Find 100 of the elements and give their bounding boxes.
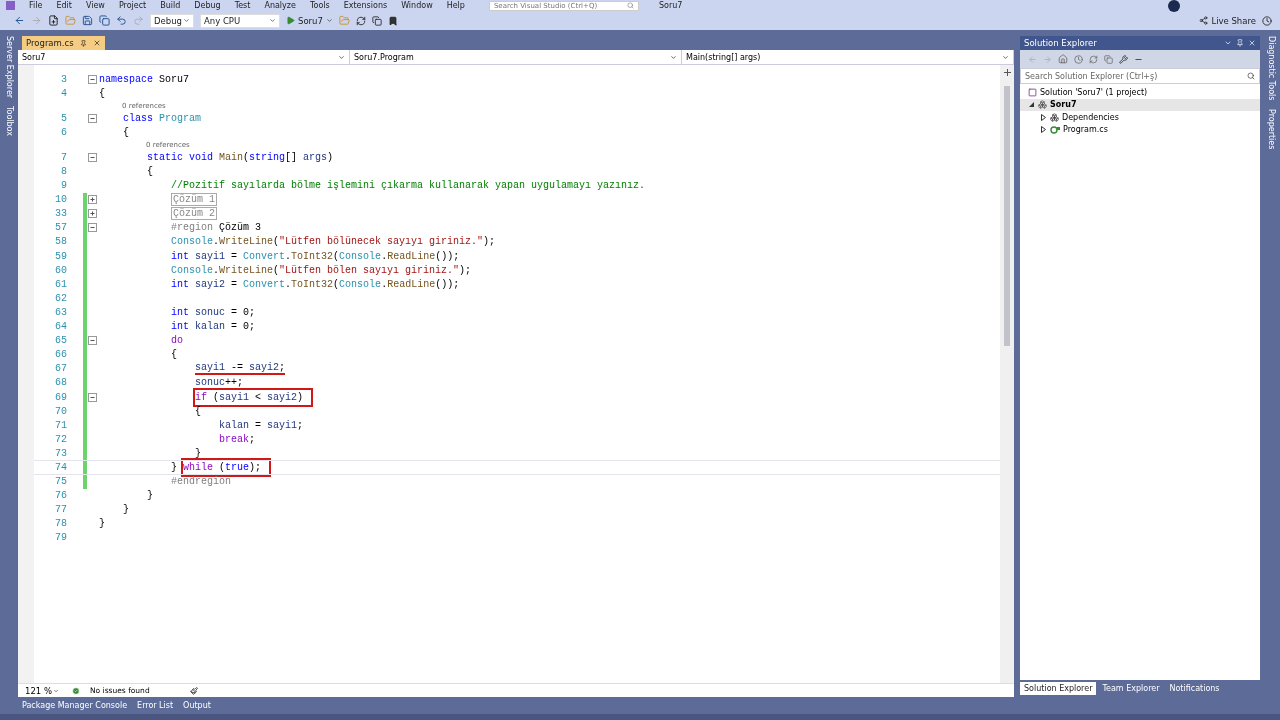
back-icon[interactable] (14, 15, 25, 26)
line-number: 4 (60, 87, 67, 99)
menu-item[interactable]: Edit (56, 0, 72, 11)
line-number: 78 (54, 518, 67, 530)
line-number: 7 (60, 151, 67, 163)
code-line: } (99, 518, 105, 530)
home-icon[interactable] (1058, 54, 1068, 64)
pin-icon[interactable] (79, 39, 87, 47)
highlight-box: while (true); (181, 458, 272, 477)
panel-tab[interactable]: Solution Explorer (1020, 682, 1097, 695)
share-icon (1199, 16, 1209, 25)
save-icon[interactable] (82, 15, 93, 26)
menu-item[interactable]: Build (160, 0, 181, 11)
pin-icon[interactable] (1236, 39, 1244, 47)
menu-item[interactable]: Debug (194, 0, 221, 11)
configuration-dropdown[interactable]: Debug (150, 13, 194, 28)
new-project-icon[interactable] (48, 15, 59, 26)
caret-icon (269, 17, 276, 24)
tree-item[interactable]: Soru7 (1050, 100, 1077, 110)
caret-icon (53, 687, 59, 694)
start-button[interactable]: Soru7 (286, 15, 333, 26)
close-icon[interactable] (92, 39, 101, 47)
line-number: 6 (60, 126, 67, 138)
line-number: 79 (54, 532, 67, 544)
copy-icon[interactable] (371, 15, 382, 26)
line-number: 67 (54, 363, 67, 375)
collapsed-arrow-icon[interactable] (1040, 126, 1047, 134)
menu-item[interactable]: Extensions (343, 0, 388, 11)
platform-dropdown[interactable]: Any CPU (200, 13, 280, 28)
tree-item[interactable]: Solution 'Soru7' (1 project) (1040, 87, 1148, 97)
member-dropdown[interactable]: Main(string[] args) (682, 50, 1014, 64)
line-number: 62 (54, 292, 67, 304)
menu-item[interactable]: Window (401, 0, 433, 11)
save-all-icon[interactable] (99, 15, 110, 26)
line-number: 68 (54, 377, 67, 389)
collapse-icon[interactable] (88, 152, 97, 162)
line-number: 77 (54, 504, 67, 516)
live-share-button[interactable]: Live Share (1199, 15, 1256, 26)
collapsed-arrow-icon[interactable] (1040, 113, 1047, 121)
collapse-icon[interactable] (88, 74, 97, 84)
tool-window-tab[interactable]: Output (183, 701, 211, 710)
collapse-icon[interactable] (88, 392, 97, 402)
document-tab[interactable]: Program.cs (22, 36, 105, 50)
menu-item[interactable]: Test (234, 0, 251, 11)
menu-item[interactable]: Analyze (264, 0, 296, 11)
expand-icon[interactable] (88, 209, 97, 219)
collapse-icon[interactable] (88, 336, 97, 346)
code-line: int kalan = 0; (171, 321, 256, 333)
tool-window-tab[interactable]: Server Explorer (4, 36, 14, 99)
code-line: do (171, 335, 183, 347)
menu-item[interactable]: Project (118, 0, 147, 11)
code-line: class Program (123, 112, 202, 124)
tool-window-tab[interactable]: Properties (1266, 108, 1276, 149)
collapse-icon[interactable] (88, 113, 97, 123)
wrench-icon[interactable] (1119, 54, 1128, 64)
line-number: 72 (54, 433, 67, 445)
menu-item[interactable]: Help (446, 0, 465, 11)
code-line: Console.WriteLine("Lütfen bölünecek sayıyı giriniz."); (171, 236, 496, 248)
line-number: 64 (54, 321, 67, 333)
line-number: 10 (54, 194, 67, 206)
brush-icon[interactable] (189, 686, 198, 695)
expanded-arrow-icon[interactable] (1028, 101, 1035, 109)
undo-icon[interactable] (116, 15, 127, 26)
dropdown-icon[interactable] (1224, 39, 1232, 47)
code-line: { (123, 126, 129, 138)
tree-item[interactable]: Program.cs (1063, 125, 1108, 135)
bookmark-icon[interactable] (387, 15, 398, 26)
dependencies-icon (1050, 112, 1059, 122)
menu-item[interactable]: Tools (309, 0, 330, 11)
tool-window-tab[interactable]: Error List (137, 701, 174, 710)
feedback-icon[interactable] (1262, 15, 1272, 26)
split-icon[interactable] (1003, 69, 1011, 76)
code-line: } (171, 462, 177, 473)
menu-item[interactable]: File (29, 0, 43, 11)
clock-icon[interactable] (1074, 54, 1083, 64)
tool-window-tab[interactable]: Package Manager Console (22, 701, 128, 710)
tool-window-tab[interactable]: Diagnostic Tools (1266, 36, 1276, 101)
close-icon[interactable] (1248, 39, 1256, 47)
project-dropdown[interactable]: Soru7 (18, 50, 350, 64)
line-number: 70 (54, 405, 67, 417)
code-line: } (195, 447, 201, 459)
panel-tab[interactable]: Notifications (1165, 682, 1224, 695)
menu-item[interactable]: View (85, 0, 105, 11)
line-number: 33 (54, 208, 67, 220)
tree-item[interactable]: Dependencies (1062, 112, 1119, 122)
line-number: 3 (60, 73, 67, 85)
line-number: 71 (54, 419, 67, 431)
tool-window-tab[interactable]: Toolbox (4, 106, 14, 137)
collapsed-region[interactable]: Çözüm 1 (171, 193, 217, 207)
vertical-scrollbar[interactable] (1000, 65, 1014, 683)
sync-icon[interactable] (1089, 54, 1098, 64)
collapsed-region[interactable]: Çözüm 2 (171, 207, 217, 221)
type-dropdown[interactable]: Soru7.Program (350, 50, 682, 64)
expand-icon[interactable] (88, 195, 97, 205)
panel-tab[interactable]: Team Explorer (1098, 682, 1164, 695)
avatar[interactable] (1168, 0, 1180, 12)
refresh-icon[interactable] (355, 15, 366, 26)
collapse-icon[interactable] (88, 223, 97, 233)
search-field[interactable]: Search Solution Explorer (Ctrl+ş) (1020, 68, 1260, 84)
code-line: { (99, 87, 105, 99)
